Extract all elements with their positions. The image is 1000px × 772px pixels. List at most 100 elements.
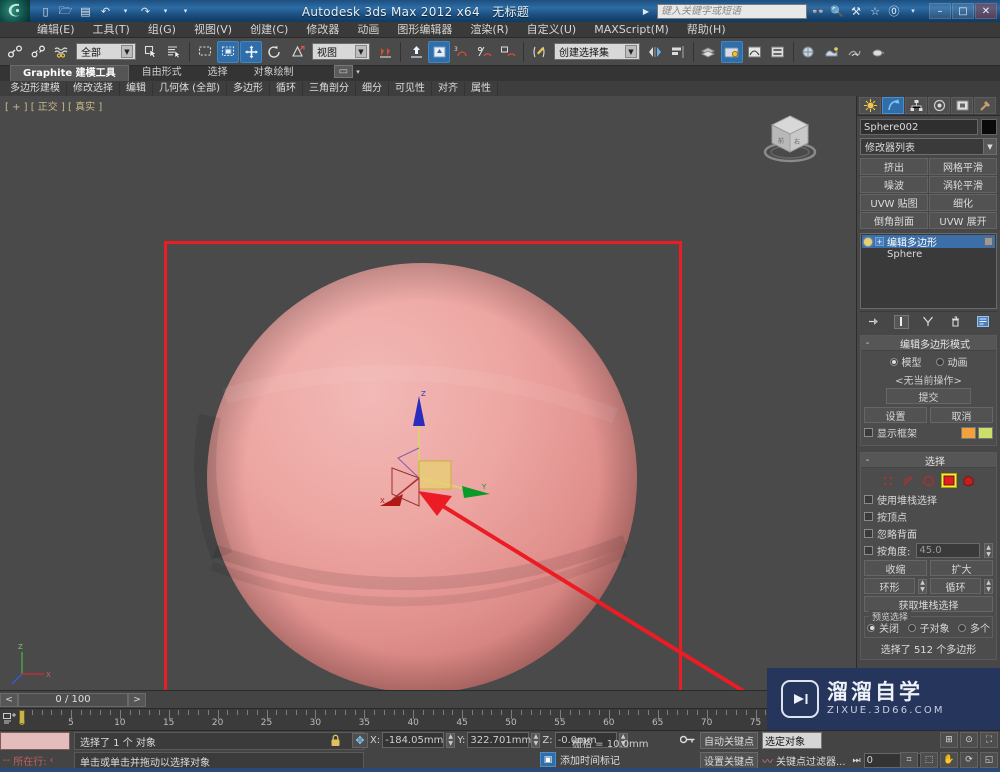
sub-object-element-icon[interactable] (961, 473, 977, 488)
menu-views[interactable]: 视图(V) (185, 22, 241, 37)
ribbon-sub-polygons[interactable]: 多边形 (227, 82, 270, 96)
menu-maxscript[interactable]: MAXScript(M) (585, 22, 678, 37)
maximize-viewport-icon[interactable]: ◱ (980, 752, 998, 768)
render-production-icon[interactable] (844, 41, 866, 63)
absolute-relative-toggle-icon[interactable]: ✥ (352, 733, 368, 748)
add-time-tag-icon[interactable]: ▣ (540, 752, 556, 767)
binoculars-icon[interactable]: 👓 (810, 4, 826, 19)
coord-x-spinner[interactable]: ▲▼ (446, 733, 455, 748)
loop-spinner[interactable]: ▲▼ (984, 579, 993, 594)
checkbox-by-angle[interactable] (864, 546, 873, 555)
menu-create[interactable]: 创建(C) (241, 22, 297, 37)
select-and-scale-icon[interactable] (286, 41, 308, 63)
modifier-button-turbosmooth[interactable]: 涡轮平滑 (929, 176, 997, 193)
radio-animate-mode[interactable]: 动画 (936, 354, 968, 369)
help-dropdown-icon[interactable]: ▾ (905, 4, 921, 19)
checkbox-use-stack-selection[interactable] (864, 495, 873, 504)
radio-preview-multiple[interactable]: 多个 (958, 620, 990, 635)
ring-spinner[interactable]: ▲▼ (918, 579, 927, 594)
selection-lock-icon[interactable] (330, 734, 341, 750)
modifier-button-noise[interactable]: 噪波 (860, 176, 928, 193)
undo-icon[interactable]: ↶ (98, 4, 113, 19)
menu-animation[interactable]: 动画 (348, 22, 388, 37)
modifier-list-dropdown[interactable]: 修改器列表 ▼ (860, 138, 997, 155)
remove-modifier-icon[interactable] (948, 315, 963, 329)
configure-modifier-sets-icon[interactable] (976, 315, 991, 329)
chevron-down-icon[interactable]: ▼ (121, 45, 133, 58)
sub-object-polygon-icon[interactable] (941, 473, 957, 488)
render-frame-window-icon[interactable] (821, 41, 843, 63)
edit-poly-mode-header[interactable]: - 编辑多边形模式 (861, 336, 996, 351)
select-and-link-icon[interactable] (4, 41, 26, 63)
make-unique-icon[interactable] (921, 315, 936, 329)
cp-tab-display[interactable] (951, 97, 973, 114)
cage-color-1-swatch[interactable] (961, 427, 976, 439)
menu-tools[interactable]: 工具(T) (84, 22, 139, 37)
commit-button[interactable]: 提交 (886, 388, 971, 404)
new-file-icon[interactable]: ▯ (38, 4, 53, 19)
key-filter-curve-icon[interactable]: 〰 (762, 753, 773, 769)
zoom-region-icon[interactable]: ⌗ (900, 752, 918, 768)
search-input[interactable]: 键入关键字或短语 (657, 4, 807, 19)
grow-button[interactable]: 扩大 (930, 560, 993, 576)
add-time-tag-area[interactable]: ▣ 添加时间标记 (540, 752, 620, 767)
use-pivot-center-icon[interactable] (374, 41, 396, 63)
ribbon-tab-selection[interactable]: 选择 (195, 64, 241, 81)
rectangular-selection-region-icon[interactable] (194, 41, 216, 63)
cp-tab-motion[interactable] (928, 97, 950, 114)
orbit-icon[interactable]: ⟳ (960, 752, 978, 768)
close-button[interactable]: ✕ (975, 3, 997, 19)
chevron-down-icon[interactable]: ▼ (355, 45, 367, 58)
subscription-icon[interactable]: ⚒ (848, 4, 864, 19)
app-logo-icon[interactable] (0, 0, 30, 22)
ribbon-sub-edit[interactable]: 编辑 (120, 82, 153, 96)
qat-more-icon[interactable]: ▾ (178, 4, 193, 19)
object-name-input[interactable]: Sphere002 (860, 119, 978, 135)
ribbon-sub-align[interactable]: 对齐 (432, 82, 465, 96)
select-object-icon[interactable] (140, 41, 162, 63)
collapse-icon[interactable]: - (861, 455, 874, 466)
modifier-button-uvw-map[interactable]: UVW 贴图 (860, 194, 928, 211)
ribbon-sub-loops[interactable]: 循环 (270, 82, 303, 96)
selected-object-dropdown[interactable]: 选定对象 (762, 732, 822, 749)
row-ignore-backfacing[interactable]: 忽略背面 (864, 526, 993, 541)
by-angle-spinner[interactable]: ▲▼ (984, 543, 993, 558)
modifier-stack[interactable]: +编辑多边形Sphere (860, 233, 997, 309)
pin-stack-icon[interactable] (866, 315, 881, 329)
field-of-view-icon[interactable]: ⬚ (920, 752, 938, 768)
ribbon-sub-geometry-all[interactable]: 几何体 (全部) (153, 82, 227, 96)
ribbon-sub-triangulation[interactable]: 三角剖分 (303, 82, 356, 96)
modifier-button-meshsmooth[interactable]: 网格平滑 (929, 158, 997, 175)
viewport[interactable]: Z Y X (0, 96, 856, 690)
modifier-button-tessellate[interactable]: 细化 (929, 194, 997, 211)
reference-coordinate-dropdown[interactable]: 视图 ▼ (312, 43, 370, 60)
light-bulb-icon[interactable] (864, 238, 872, 246)
ribbon-sub-properties[interactable]: 属性 (465, 82, 498, 96)
stack-item-edit-poly[interactable]: +编辑多边形 (862, 235, 995, 248)
shrink-button[interactable]: 收缩 (864, 560, 927, 576)
chevron-down-icon[interactable]: ▼ (983, 139, 996, 154)
select-and-move-icon[interactable] (240, 41, 262, 63)
collapse-icon[interactable]: - (861, 338, 874, 349)
zoom-extents-icon[interactable]: ⛶ (980, 732, 998, 748)
named-selection-set-dropdown[interactable]: 创建选择集 ▼ (554, 43, 640, 60)
auto-key-button[interactable]: 自动关键点 (700, 732, 758, 749)
mirror-icon[interactable] (644, 41, 666, 63)
playback-icon[interactable]: ⏭ (853, 756, 861, 766)
material-editor-icon[interactable] (721, 41, 743, 63)
checkbox-show-cage[interactable] (864, 428, 873, 437)
sub-object-edge-icon[interactable] (901, 473, 917, 488)
cp-tab-modify[interactable] (882, 97, 904, 114)
schematic-view-icon[interactable] (767, 41, 789, 63)
row-use-stack-selection[interactable]: 使用堆栈选择 (864, 492, 993, 507)
selection-rollout-header[interactable]: - 选择 (861, 453, 996, 468)
radio-preview-subobject[interactable]: 子对象 (908, 620, 950, 635)
by-angle-value-field[interactable]: 45.0 (916, 543, 980, 558)
select-by-name-icon[interactable] (163, 41, 185, 63)
percent-snap-icon[interactable] (474, 41, 496, 63)
cp-tab-hierarchy[interactable] (905, 97, 927, 114)
angle-snap-icon[interactable]: 3 (451, 41, 473, 63)
loop-button[interactable]: 循环 (930, 578, 981, 594)
cp-tab-utilities[interactable] (974, 97, 996, 114)
ribbon-more-icon[interactable]: ▭ ▾ (321, 63, 373, 81)
